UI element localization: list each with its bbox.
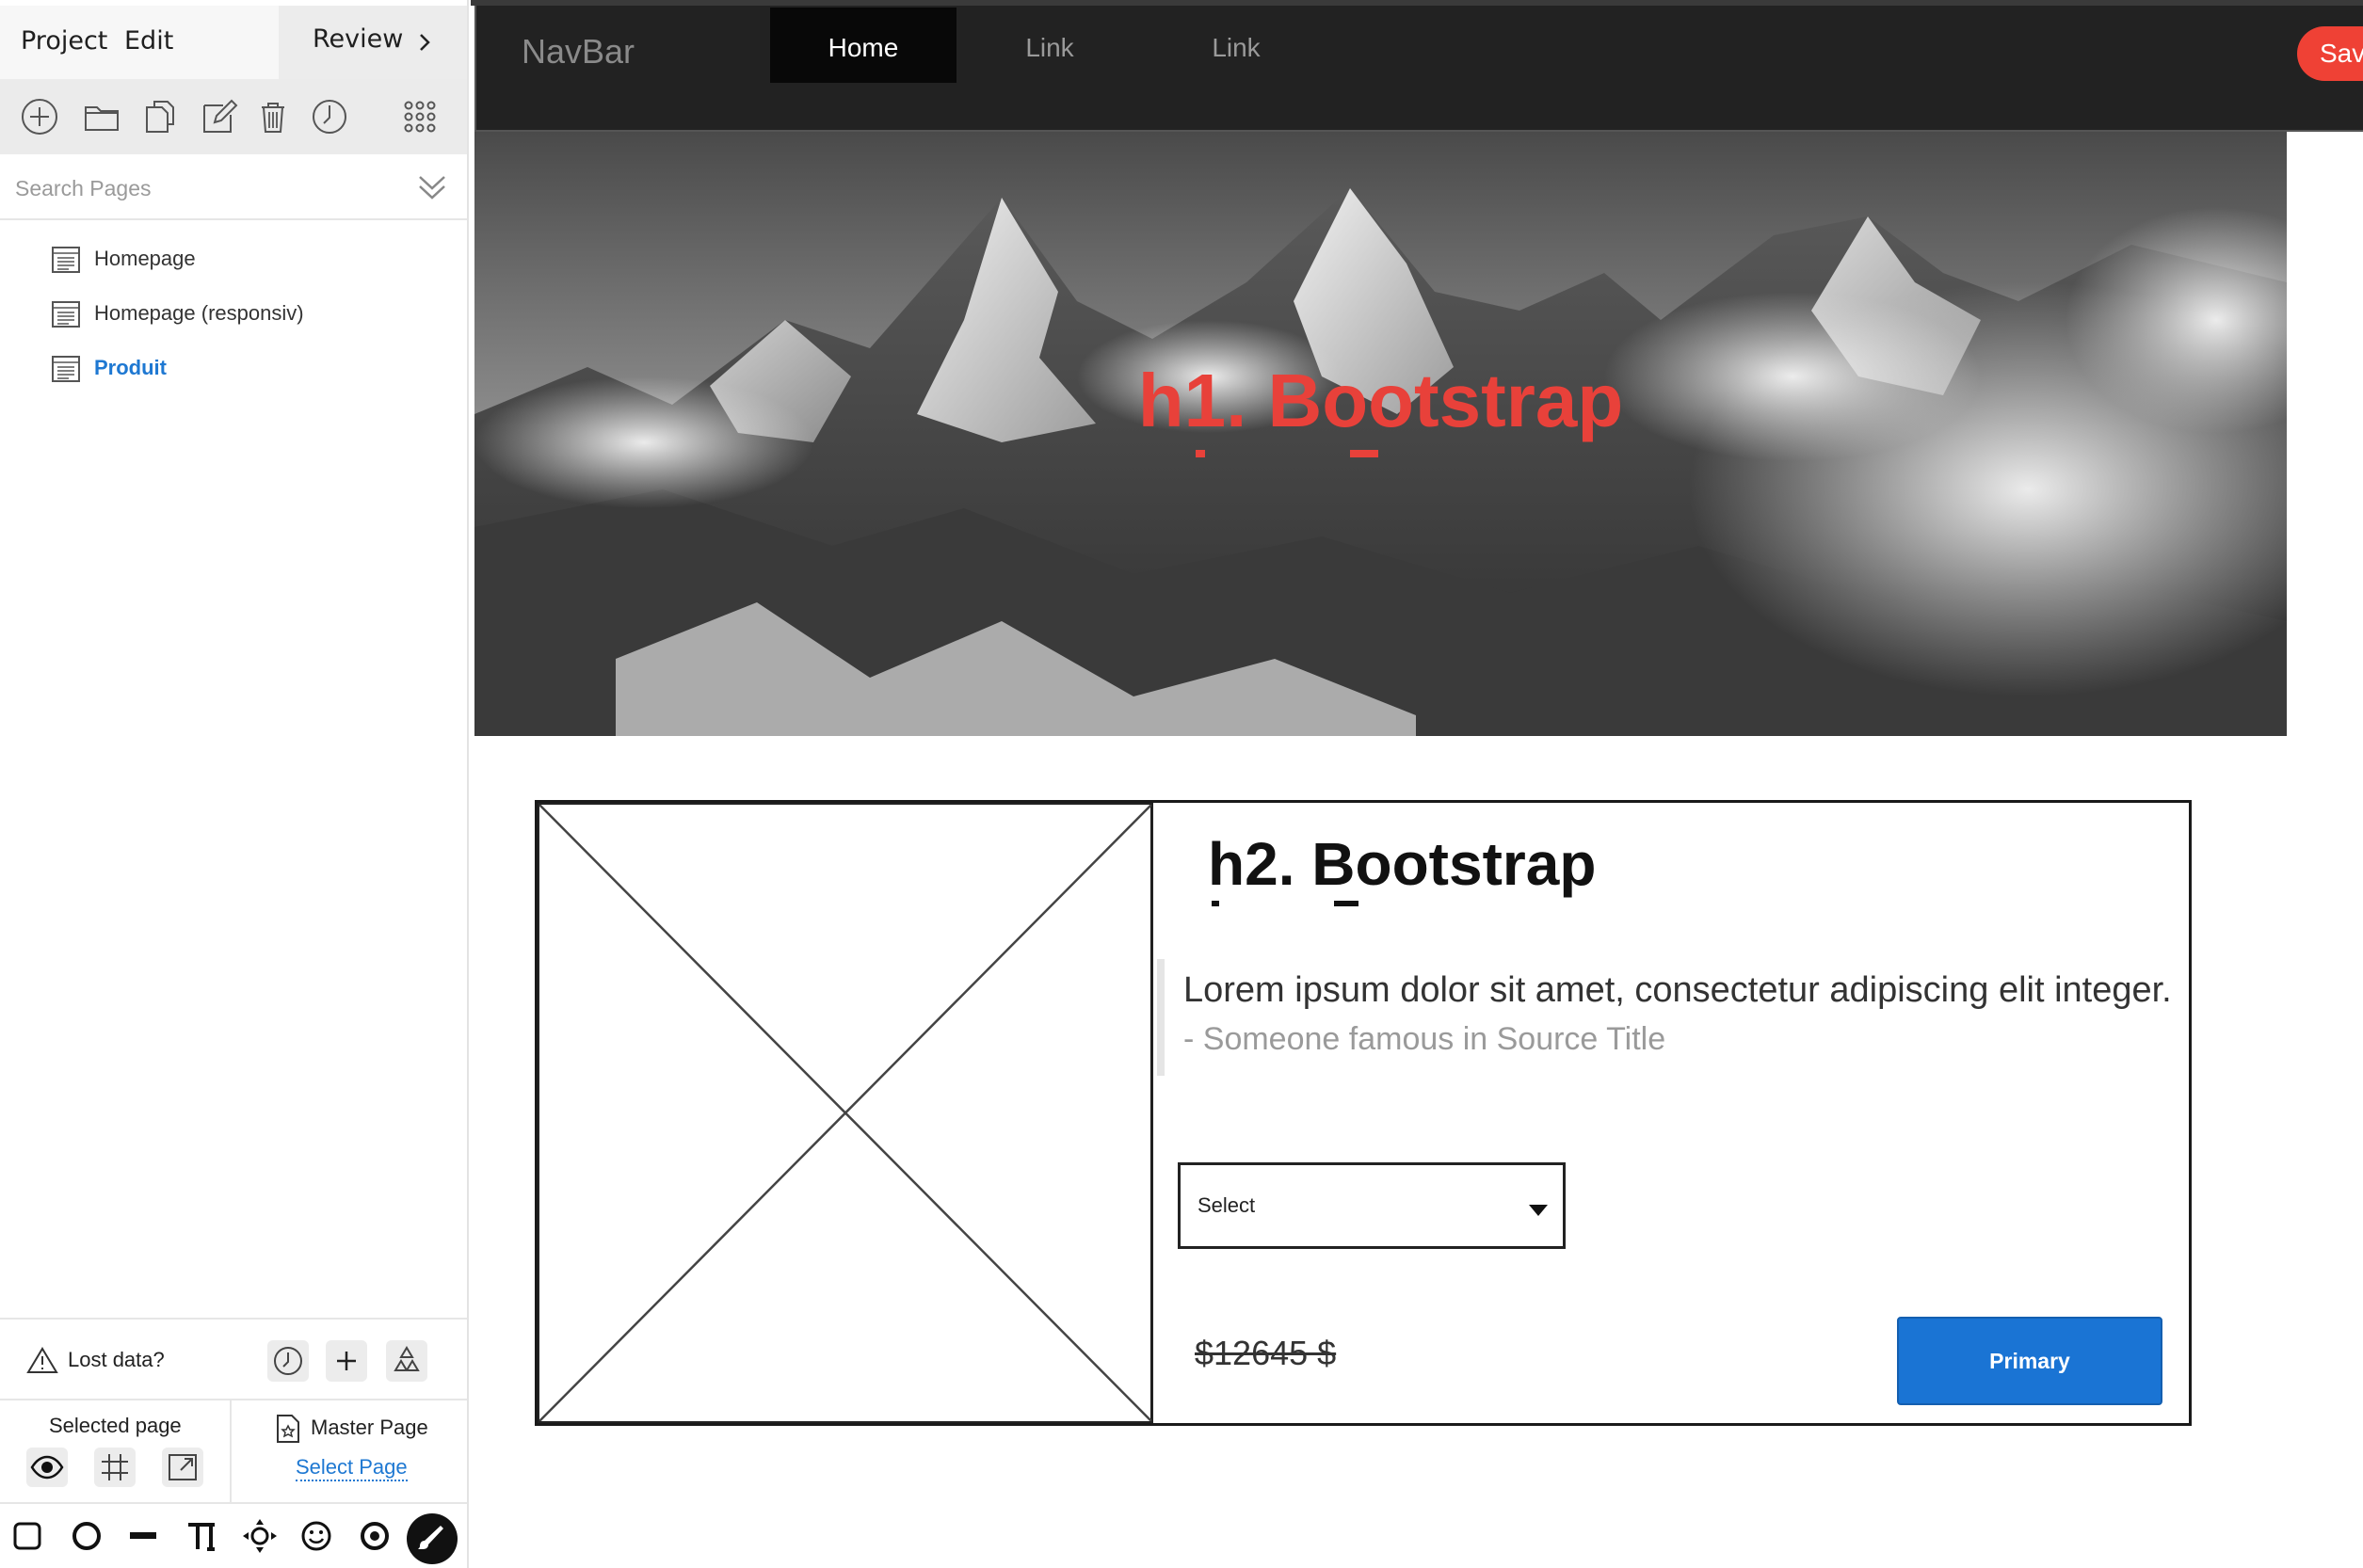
restore-history-icon[interactable] [267,1340,309,1382]
select-dropdown[interactable]: Select [1178,1162,1566,1249]
warning-icon [26,1347,58,1373]
caret-down-icon [1529,1205,1548,1216]
line-tool-icon[interactable] [124,1517,162,1555]
grid-icon[interactable] [94,1448,136,1487]
smiley-icon[interactable] [297,1517,335,1555]
hero-title-descender [1196,450,1205,457]
apps-grid-icon[interactable] [399,96,441,137]
folder-icon[interactable] [81,96,122,137]
target-icon[interactable] [356,1517,394,1555]
page-item-produit[interactable]: Produit [51,350,446,388]
circle-tool-icon[interactable] [68,1517,105,1555]
copy-icon[interactable] [139,96,181,137]
nav-link-2[interactable]: Link [1143,8,1329,83]
search-row [0,154,467,220]
menu-project[interactable]: Project [21,26,107,56]
move-tool-icon[interactable] [241,1517,279,1555]
nav-link-home[interactable]: Home [770,8,956,83]
card-title-descender [1334,901,1358,906]
add-icon[interactable] [326,1340,367,1382]
eye-icon[interactable] [26,1448,68,1487]
nav-link-1[interactable]: Link [956,8,1143,83]
hero-title[interactable]: h1. Bootstrap [474,358,2287,444]
search-pages-input[interactable] [15,171,401,205]
review-menu[interactable]: Review [279,6,467,79]
hero-title-descender [1350,450,1378,457]
primary-button[interactable]: Primary [1897,1317,2162,1405]
chevron-right-icon [420,34,430,51]
card-title-descender [1212,901,1219,906]
sidebar-toolbar [0,79,467,154]
navbar-brand[interactable]: NavBar [522,32,635,72]
master-page-icon [277,1415,299,1443]
image-placeholder[interactable] [538,803,1153,1423]
sidebar: Project Edit Review Search Pages Homepag… [0,0,469,1568]
page-item-homepage[interactable]: Homepage [51,241,446,279]
blockquote-bar [1157,959,1165,1076]
resize-icon[interactable] [162,1448,203,1487]
shape-toolbar [0,1506,467,1568]
selected-page-label: Selected page [49,1414,182,1437]
card-title[interactable]: h2. Bootstrap [1208,829,1596,899]
page-label: Homepage (responsiv) [94,301,304,325]
menu-review[interactable]: Review [313,24,403,54]
recycle-icon[interactable] [386,1340,427,1382]
page-label: Produit [94,356,167,379]
brush-tool-icon[interactable] [407,1513,458,1564]
select-value: Select [1198,1193,1256,1217]
placeholder-cross-icon [538,803,1153,1423]
select-page-link[interactable]: Select Page [296,1455,408,1481]
product-card: h2. Bootstrap Lorem ipsum dolor sit amet… [535,800,2192,1426]
trash-icon[interactable] [252,96,294,137]
hero-banner: h1. Bootstrap [474,132,2287,736]
page-icon [52,247,80,273]
lost-data-label: Lost data? [68,1348,165,1371]
history-icon[interactable] [309,96,350,137]
double-chevron-down-icon[interactable] [414,169,450,205]
price-label[interactable]: $12645 $ [1195,1334,1336,1373]
page-icon [52,356,80,382]
lost-data-row: Lost data? [0,1318,467,1400]
mockup-navbar: NavBar Home Link Link Save [474,6,2363,132]
master-page-label: Master Page [311,1416,428,1439]
rectangle-tool-icon[interactable] [9,1517,47,1555]
blockquote-text[interactable]: Lorem ipsum dolor sit amet, consectetur … [1183,970,2172,1011]
page-item-homepage-responsiv[interactable]: Homepage (responsiv) [51,296,446,333]
save-button[interactable]: Save [2297,26,2363,81]
text-tool-icon[interactable] [185,1517,222,1555]
menu-edit[interactable]: Edit [124,26,173,56]
page-label: Homepage [94,247,196,270]
edit-icon[interactable] [198,96,239,137]
blockquote-source[interactable]: - Someone famous in Source Title [1183,1021,1665,1058]
divider [230,1400,232,1504]
page-settings-row: Selected page Master Page Select Page [0,1400,467,1504]
page-icon [52,301,80,328]
add-icon[interactable] [19,96,60,137]
